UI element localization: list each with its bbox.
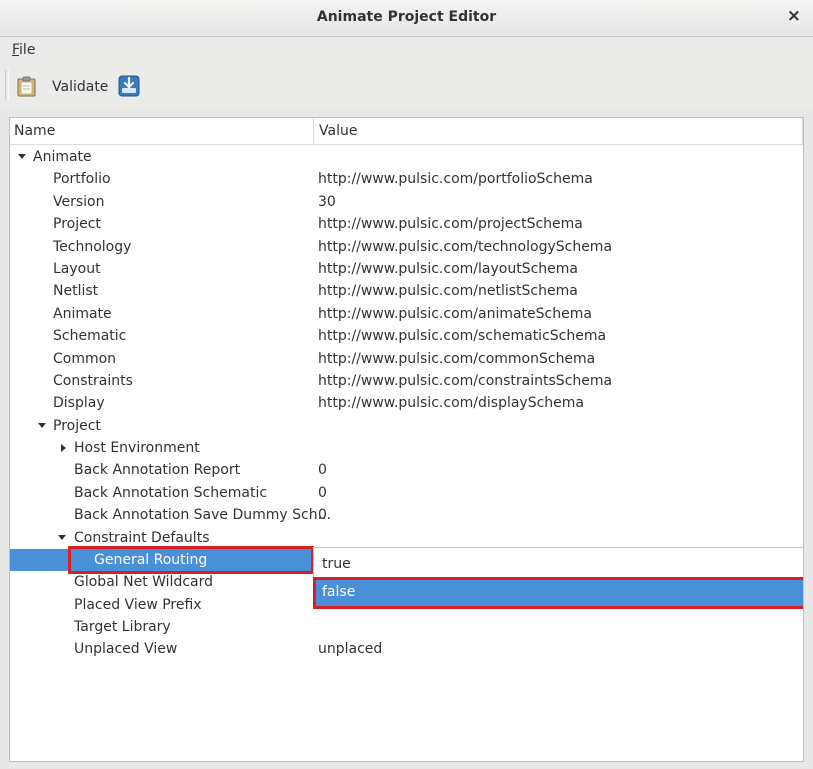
- download-icon[interactable]: [118, 75, 140, 97]
- row-value: http://www.pulsic.com/netlistSchema: [318, 283, 578, 299]
- tree-row[interactable]: Layout http://www.pulsic.com/layoutSchem…: [10, 258, 803, 280]
- row-name: Technology: [53, 239, 132, 255]
- row-value: 0: [318, 462, 327, 478]
- row-name: Back Annotation Report: [74, 462, 241, 478]
- row-name: Portfolio: [53, 171, 111, 187]
- tree-row[interactable]: Technology http://www.pulsic.com/technol…: [10, 236, 803, 258]
- row-value: unplaced: [318, 641, 383, 657]
- tree-row[interactable]: Portfolio http://www.pulsic.com/portfoli…: [10, 168, 803, 190]
- row-value: http://www.pulsic.com/commonSchema: [318, 351, 596, 367]
- menu-file-label: ile: [19, 42, 36, 58]
- combo-option-true[interactable]: true: [314, 550, 803, 578]
- row-value: http://www.pulsic.com/schematicSchema: [318, 328, 607, 344]
- row-name: Display: [53, 395, 105, 411]
- tree-row[interactable]: Schematic http://www.pulsic.com/schemati…: [10, 325, 803, 347]
- tree-row-host-environment[interactable]: Host Environment: [10, 437, 803, 459]
- row-name: Global Net Wildcard: [74, 574, 214, 590]
- row-name: General Routing: [94, 552, 208, 568]
- row-value: http://www.pulsic.com/animateSchema: [318, 306, 592, 322]
- project-tree[interactable]: Name Value Animate Portfolio http://www.…: [9, 117, 804, 762]
- row-name: Common: [53, 351, 117, 367]
- menubar: File: [0, 38, 813, 64]
- row-value: http://www.pulsic.com/portfolioSchema: [318, 171, 593, 187]
- chevron-down-icon[interactable]: [38, 423, 46, 428]
- window-title: Animate Project Editor: [316, 9, 497, 25]
- row-name: Netlist: [53, 283, 99, 299]
- row-name: Version: [53, 194, 105, 210]
- tree-row[interactable]: Constraints http://www.pulsic.com/constr…: [10, 370, 803, 392]
- menu-file[interactable]: File: [12, 42, 35, 58]
- row-value: 0: [318, 507, 327, 523]
- window-titlebar: Animate Project Editor ×: [0, 0, 813, 37]
- chevron-down-icon[interactable]: [18, 154, 26, 159]
- row-name: Unplaced View: [74, 641, 178, 657]
- validate-label: Validate: [52, 79, 109, 95]
- row-value: http://www.pulsic.com/constraintsSchema: [318, 373, 613, 389]
- tree-row[interactable]: Back Annotation Save Dummy Sch... 0: [10, 504, 803, 526]
- column-header-value[interactable]: Value: [315, 118, 803, 144]
- tree-header: Name Value: [10, 118, 803, 145]
- toolbar-grip: [5, 70, 9, 100]
- row-value: 30: [318, 194, 336, 210]
- row-value: http://www.pulsic.com/layoutSchema: [318, 261, 578, 277]
- row-name: Animate: [53, 306, 112, 322]
- tree-row[interactable]: Animate http://www.pulsic.com/animateSch…: [10, 303, 803, 325]
- row-name: Schematic: [53, 328, 127, 344]
- row-value: 0: [318, 485, 327, 501]
- row-value: http://www.pulsic.com/projectSchema: [318, 216, 583, 232]
- row-name: Constraints: [53, 373, 133, 389]
- row-name: Animate: [33, 149, 92, 165]
- row-name: Placed View Prefix: [74, 597, 202, 613]
- toolbar: Validate: [0, 64, 813, 110]
- tree-row-constraint-defaults[interactable]: Constraint Defaults: [10, 527, 803, 549]
- combo-option-false[interactable]: false: [314, 578, 803, 606]
- row-name: Back Annotation Save Dummy Sch...: [74, 507, 331, 523]
- column-header-name[interactable]: Name: [10, 118, 314, 144]
- clipboard-icon: [14, 74, 40, 100]
- row-name: Project: [53, 418, 101, 434]
- row-name: Constraint Defaults: [74, 530, 210, 546]
- tree-row[interactable]: Back Annotation Schematic 0: [10, 482, 803, 504]
- tree-row-animate-root[interactable]: Animate: [10, 146, 803, 168]
- row-value: http://www.pulsic.com/displaySchema: [318, 395, 584, 411]
- row-name: Layout: [53, 261, 101, 277]
- tree-row[interactable]: Back Annotation Report 0: [10, 459, 803, 481]
- row-value: http://www.pulsic.com/technologySchema: [318, 239, 613, 255]
- tree-row[interactable]: Project http://www.pulsic.com/projectSch…: [10, 213, 803, 235]
- validate-button[interactable]: Validate: [14, 71, 108, 103]
- row-name: Project: [53, 216, 101, 232]
- tree-row[interactable]: Unplaced View unplaced: [10, 638, 803, 660]
- row-name: Target Library: [74, 619, 171, 635]
- close-icon[interactable]: ×: [787, 6, 801, 26]
- tree-row-project[interactable]: Project: [10, 415, 803, 437]
- tree-row[interactable]: Common http://www.pulsic.com/commonSchem…: [10, 348, 803, 370]
- tree-row[interactable]: Version 30: [10, 191, 803, 213]
- tree-row[interactable]: Display http://www.pulsic.com/displaySch…: [10, 392, 803, 414]
- tree-row[interactable]: Netlist http://www.pulsic.com/netlistSch…: [10, 280, 803, 302]
- tree-row[interactable]: Target Library: [10, 616, 803, 638]
- chevron-right-icon[interactable]: [61, 444, 66, 452]
- menu-file-mnemonic: F: [12, 42, 20, 58]
- row-name: Back Annotation Schematic: [74, 485, 268, 501]
- row-name: Host Environment: [74, 440, 200, 456]
- chevron-down-icon[interactable]: [58, 535, 66, 540]
- value-combo-popup[interactable]: true false: [313, 547, 803, 609]
